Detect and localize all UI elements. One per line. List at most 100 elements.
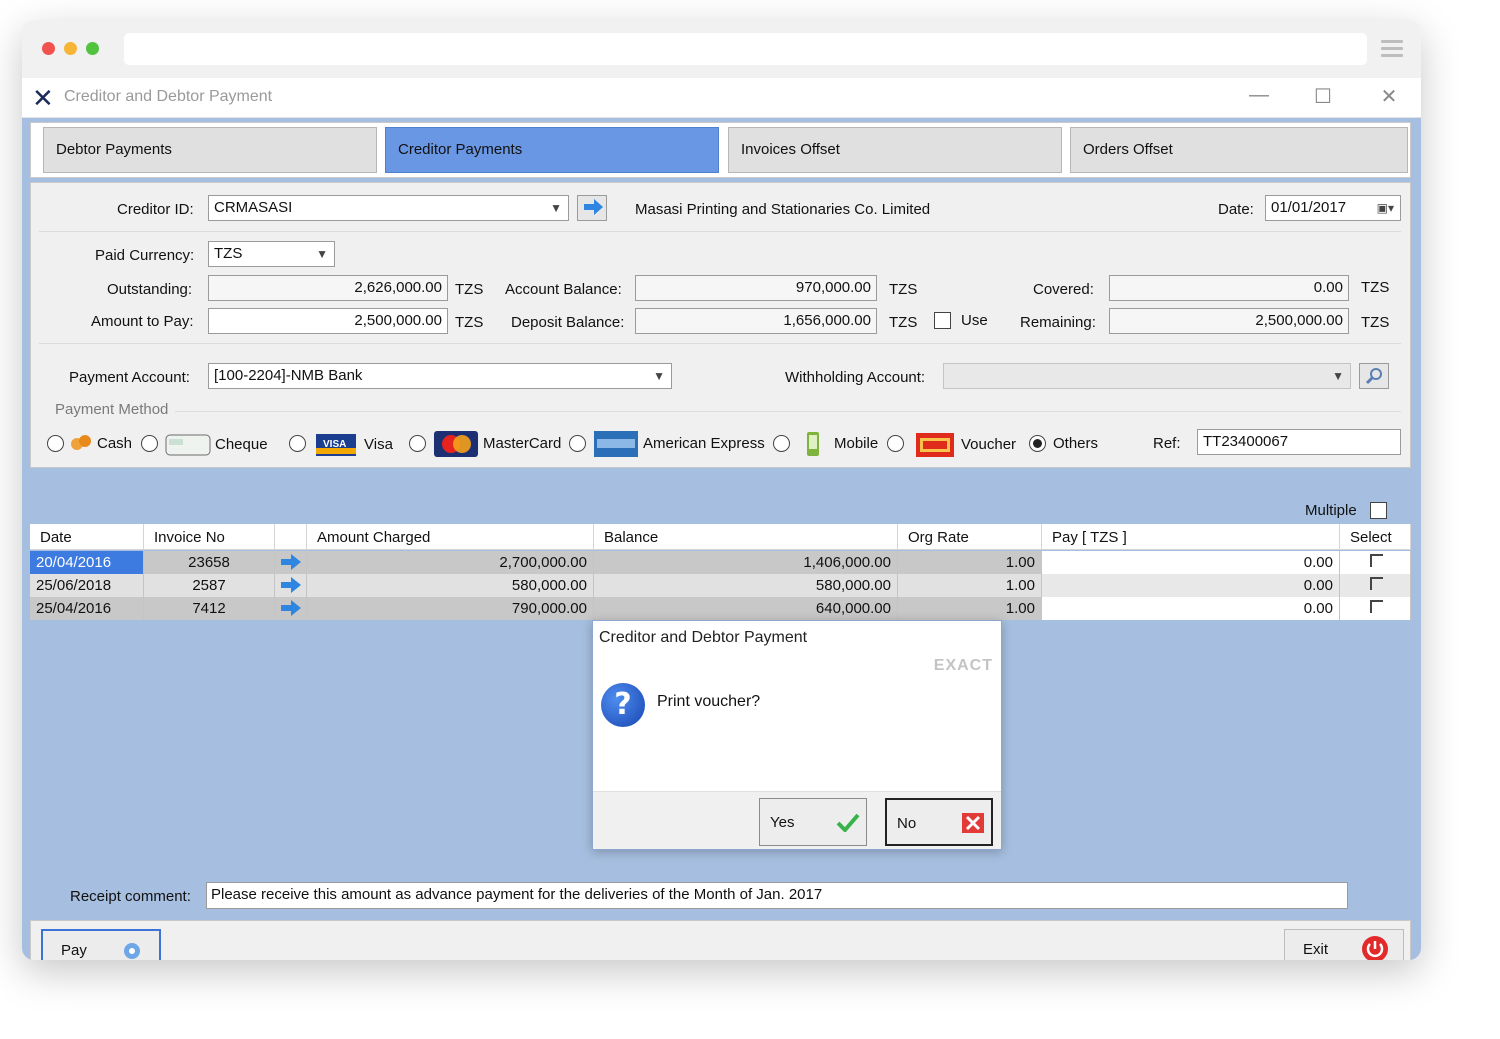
select-cell[interactable] xyxy=(1340,551,1411,574)
amount-to-pay-input[interactable]: 2,500,000.00 xyxy=(208,308,448,334)
pay-cell[interactable]: 0.00 xyxy=(1042,551,1340,574)
select-checkbox[interactable] xyxy=(1370,600,1383,613)
tab-debtor-payments[interactable]: Debtor Payments xyxy=(43,127,377,173)
select-cell[interactable] xyxy=(1340,574,1411,597)
column-header-org-rate[interactable]: Org Rate xyxy=(898,524,1042,550)
open-invoice-button[interactable] xyxy=(275,597,307,620)
action-bar: Pay Exit xyxy=(30,920,1411,960)
receipt-comment-label: Receipt comment: xyxy=(70,888,191,905)
paid-currency-select[interactable]: TZS ▼ xyxy=(208,241,335,267)
date-picker[interactable]: 01/01/2017 ▣▾ xyxy=(1265,195,1401,221)
table-row[interactable]: 20/04/2016 23658 2,700,000.00 1,406,000.… xyxy=(30,551,1411,574)
account-balance-field: 970,000.00 xyxy=(635,275,877,301)
address-bar[interactable] xyxy=(124,33,1367,65)
tab-creditor-payments[interactable]: Creditor Payments xyxy=(385,127,719,173)
cheque-radio[interactable] xyxy=(141,435,158,452)
menu-icon[interactable] xyxy=(1381,40,1403,58)
rate-cell: 1.00 xyxy=(898,597,1042,620)
column-header-pay[interactable]: Pay [ TZS ] xyxy=(1042,524,1340,550)
remaining-unit: TZS xyxy=(1361,314,1390,331)
column-header-select[interactable]: Select xyxy=(1340,524,1411,550)
calendar-icon[interactable]: ▣▾ xyxy=(1377,201,1394,215)
search-icon xyxy=(1365,368,1382,385)
pay-cell[interactable]: 0.00 xyxy=(1042,597,1340,620)
use-deposit-checkbox[interactable] xyxy=(934,312,951,329)
mastercard-radio[interactable] xyxy=(409,435,426,452)
select-checkbox[interactable] xyxy=(1370,554,1383,567)
visa-label: Visa xyxy=(364,436,393,453)
column-header-invoice-no[interactable]: Invoice No xyxy=(144,524,275,550)
pay-button[interactable]: Pay xyxy=(41,929,161,960)
balance-cell: 1,406,000.00 xyxy=(594,551,898,574)
column-header-balance[interactable]: Balance xyxy=(594,524,898,550)
receipt-comment-input[interactable]: Please receive this amount as advance pa… xyxy=(206,882,1348,909)
outstanding-label: Outstanding: xyxy=(107,281,193,298)
creditor-id-select[interactable]: CRMASASI ▼ xyxy=(208,195,569,221)
voucher-radio[interactable] xyxy=(887,435,904,452)
payment-account-select[interactable]: [100-2204]-NMB Bank ▼ xyxy=(208,363,672,389)
ref-label: Ref: xyxy=(1153,435,1181,452)
chevron-down-icon: ▼ xyxy=(550,201,562,215)
zoom-dot-icon[interactable] xyxy=(86,42,99,55)
minimize-dot-icon[interactable] xyxy=(64,42,77,55)
rate-cell: 1.00 xyxy=(898,574,1042,597)
pay-cell[interactable]: 0.00 xyxy=(1042,574,1340,597)
column-header-date[interactable]: Date xyxy=(30,524,144,550)
american-express-radio[interactable] xyxy=(569,435,586,452)
exit-button[interactable]: Exit xyxy=(1284,929,1404,960)
tab-invoices-offset[interactable]: Invoices Offset xyxy=(728,127,1062,173)
cheque-label: Cheque xyxy=(215,436,268,453)
visa-radio[interactable] xyxy=(289,435,306,452)
deposit-balance-label: Deposit Balance: xyxy=(511,314,625,331)
divider xyxy=(175,411,1401,412)
cheque-icon xyxy=(165,434,211,456)
column-header-amount-charged[interactable]: Amount Charged xyxy=(307,524,594,550)
deposit-balance-field: 1,656,000.00 xyxy=(635,308,877,334)
window-titlebar: ✕ Creditor and Debtor Payment — ☐ ✕ xyxy=(22,78,1421,118)
creditor-name: Masasi Printing and Stationaries Co. Lim… xyxy=(635,201,931,218)
outstanding-field: 2,626,000.00 xyxy=(208,275,448,301)
search-account-button[interactable] xyxy=(1359,363,1389,389)
divider xyxy=(39,343,1401,344)
minimize-icon[interactable]: — xyxy=(1244,84,1274,107)
select-cell[interactable] xyxy=(1340,597,1411,620)
yes-button[interactable]: Yes xyxy=(759,798,867,846)
others-label: Others xyxy=(1053,435,1099,452)
close-dot-icon[interactable] xyxy=(42,42,55,55)
use-label: Use xyxy=(961,312,988,329)
table-row[interactable]: 25/06/2018 2587 580,000.00 580,000.00 1.… xyxy=(30,574,1411,597)
date-cell[interactable]: 25/04/2016 xyxy=(30,597,144,620)
invoice-cell: 2587 xyxy=(144,574,275,597)
american-express-icon xyxy=(594,431,638,457)
withholding-account-select[interactable]: ▼ xyxy=(943,363,1351,389)
cancel-icon xyxy=(962,813,984,833)
creditor-id-label: Creditor ID: xyxy=(117,201,194,218)
go-arrow-button[interactable] xyxy=(577,195,607,221)
outstanding-unit: TZS xyxy=(455,281,484,298)
withholding-account-label: Withholding Account: xyxy=(785,369,926,386)
mobile-radio[interactable] xyxy=(773,435,790,452)
date-cell[interactable]: 25/06/2018 xyxy=(30,574,144,597)
mastercard-label: MasterCard xyxy=(483,435,562,452)
date-cell[interactable]: 20/04/2016 xyxy=(30,551,144,574)
cash-radio[interactable] xyxy=(47,435,64,452)
payment-form: Creditor ID: CRMASASI ▼ Masasi Printing … xyxy=(30,182,1411,468)
ref-input[interactable]: TT23400067 xyxy=(1197,429,1401,455)
paid-currency-label: Paid Currency: xyxy=(95,247,195,264)
question-icon: ? xyxy=(601,683,645,727)
amount-to-pay-label: Amount to Pay: xyxy=(91,313,194,330)
multiple-checkbox[interactable] xyxy=(1370,502,1387,519)
open-invoice-button[interactable] xyxy=(275,551,307,574)
open-invoice-button[interactable] xyxy=(275,574,307,597)
maximize-icon[interactable]: ☐ xyxy=(1308,84,1338,109)
table-row[interactable]: 25/04/2016 7412 790,000.00 640,000.00 1.… xyxy=(30,597,1411,620)
mobile-icon xyxy=(807,432,819,456)
close-icon[interactable]: ✕ xyxy=(1374,84,1404,109)
payment-account-label: Payment Account: xyxy=(69,369,190,386)
invoice-cell: 7412 xyxy=(144,597,275,620)
tab-orders-offset[interactable]: Orders Offset xyxy=(1070,127,1408,173)
others-radio[interactable] xyxy=(1029,435,1046,452)
covered-unit: TZS xyxy=(1361,279,1390,296)
select-checkbox[interactable] xyxy=(1370,577,1383,590)
no-button[interactable]: No xyxy=(885,798,993,846)
